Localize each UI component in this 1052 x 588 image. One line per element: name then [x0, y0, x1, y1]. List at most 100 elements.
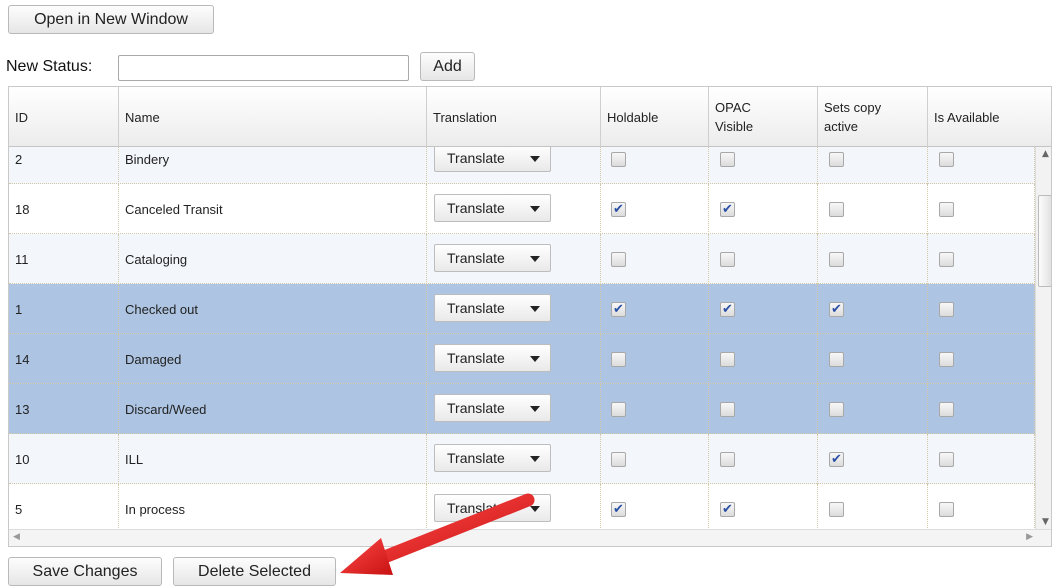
is-available-checkbox[interactable] — [939, 502, 954, 517]
is-available-checkbox[interactable] — [939, 152, 954, 167]
translate-label: Translate — [447, 200, 505, 216]
scroll-left-icon[interactable]: ◀ — [13, 532, 20, 542]
row-name-cell: Bindery — [119, 147, 427, 184]
opac-visible-checkbox[interactable] — [720, 402, 735, 417]
table-row[interactable]: 10 ILL Translate ✔ — [9, 434, 1035, 484]
column-header-id[interactable]: ID — [9, 87, 119, 147]
caret-down-icon — [530, 506, 540, 512]
row-name-cell: Discard/Weed — [119, 384, 427, 434]
translate-dropdown-button[interactable]: Translate — [434, 494, 551, 522]
sets-copy-active-checkbox[interactable] — [829, 402, 844, 417]
copy-status-grid: ID Name Translation Holdable OPAC Visibl… — [8, 86, 1052, 547]
grid-header: ID Name Translation Holdable OPAC Visibl… — [9, 87, 1051, 147]
row-id-cell: 11 — [9, 234, 119, 284]
table-row[interactable]: 11 Cataloging Translate — [9, 234, 1035, 284]
is-available-checkbox[interactable] — [939, 302, 954, 317]
is-available-checkbox[interactable] — [939, 402, 954, 417]
translate-label: Translate — [447, 300, 505, 316]
opac-visible-checkbox[interactable]: ✔ — [720, 202, 735, 217]
opac-visible-checkbox[interactable] — [720, 452, 735, 467]
sets-copy-active-checkbox[interactable]: ✔ — [829, 302, 844, 317]
column-header-is-available[interactable]: Is Available — [928, 87, 1035, 147]
row-id-cell: 13 — [9, 384, 119, 434]
delete-selected-button[interactable]: Delete Selected — [173, 557, 336, 586]
caret-down-icon — [530, 256, 540, 262]
table-row[interactable]: 14 Damaged Translate — [9, 334, 1035, 384]
translate-dropdown-button[interactable]: Translate — [434, 294, 551, 322]
holdable-checkbox[interactable] — [611, 352, 626, 367]
opac-visible-checkbox[interactable] — [720, 252, 735, 267]
caret-down-icon — [530, 206, 540, 212]
table-row[interactable]: 1 Checked out Translate ✔ ✔ ✔ — [9, 284, 1035, 334]
scroll-up-icon[interactable]: ▲ — [1042, 149, 1049, 159]
grid-body: 2 Bindery Translate 18 Canceled Transit Trans… — [9, 147, 1035, 529]
is-available-checkbox[interactable] — [939, 252, 954, 267]
translate-label: Translate — [447, 500, 505, 516]
add-button[interactable]: Add — [420, 52, 475, 81]
caret-down-icon — [530, 156, 540, 162]
sets-copy-active-checkbox[interactable] — [829, 152, 844, 167]
holdable-checkbox[interactable]: ✔ — [611, 302, 626, 317]
caret-down-icon — [530, 306, 540, 312]
holdable-checkbox[interactable]: ✔ — [611, 502, 626, 517]
vertical-scrollbar[interactable]: ▲ ≡ ▼ — [1035, 147, 1051, 529]
vertical-scroll-thumb[interactable] — [1038, 195, 1051, 287]
row-name-cell: Canceled Transit — [119, 184, 427, 234]
row-name-cell: ILL — [119, 434, 427, 484]
horizontal-scrollbar[interactable]: ◀ ▶ — [9, 529, 1051, 546]
row-name-cell: Damaged — [119, 334, 427, 384]
translate-dropdown-button[interactable]: Translate — [434, 244, 551, 272]
table-row[interactable]: 2 Bindery Translate — [9, 147, 1035, 184]
is-available-checkbox[interactable] — [939, 202, 954, 217]
column-header-name[interactable]: Name — [119, 87, 427, 147]
holdable-checkbox[interactable]: ✔ — [611, 202, 626, 217]
translate-dropdown-button[interactable]: Translate — [434, 147, 551, 172]
translate-dropdown-button[interactable]: Translate — [434, 394, 551, 422]
scroll-down-icon[interactable]: ▼ — [1042, 517, 1049, 527]
column-header-sets-copy-active[interactable]: Sets copy active — [818, 87, 928, 147]
is-available-checkbox[interactable] — [939, 352, 954, 367]
is-available-checkbox[interactable] — [939, 452, 954, 467]
caret-down-icon — [530, 456, 540, 462]
opac-visible-checkbox[interactable]: ✔ — [720, 302, 735, 317]
holdable-checkbox[interactable] — [611, 152, 626, 167]
holdable-checkbox[interactable] — [611, 452, 626, 467]
translate-dropdown-button[interactable]: Translate — [434, 444, 551, 472]
opac-visible-checkbox[interactable]: ✔ — [720, 502, 735, 517]
row-id-cell: 10 — [9, 434, 119, 484]
row-id-cell: 5 — [9, 484, 119, 529]
column-header-opac-visible[interactable]: OPAC Visible — [709, 87, 818, 147]
translate-dropdown-button[interactable]: Translate — [434, 344, 551, 372]
sets-copy-active-checkbox[interactable] — [829, 502, 844, 517]
column-header-translation[interactable]: Translation — [427, 87, 601, 147]
open-in-new-window-button[interactable]: Open in New Window — [8, 5, 214, 34]
table-row[interactable]: 18 Canceled Transit Translate ✔ ✔ — [9, 184, 1035, 234]
translate-dropdown-button[interactable]: Translate — [434, 194, 551, 222]
caret-down-icon — [530, 356, 540, 362]
translate-label: Translate — [447, 150, 505, 166]
sets-copy-active-checkbox[interactable] — [829, 252, 844, 267]
translate-label: Translate — [447, 250, 505, 266]
new-status-input[interactable] — [118, 55, 409, 81]
row-name-cell: Checked out — [119, 284, 427, 334]
translate-label: Translate — [447, 400, 505, 416]
save-changes-button[interactable]: Save Changes — [8, 557, 162, 586]
holdable-checkbox[interactable] — [611, 252, 626, 267]
row-id-cell: 18 — [9, 184, 119, 234]
opac-visible-checkbox[interactable] — [720, 352, 735, 367]
holdable-checkbox[interactable] — [611, 402, 626, 417]
opac-visible-checkbox[interactable] — [720, 152, 735, 167]
sets-copy-active-checkbox[interactable] — [829, 202, 844, 217]
translate-label: Translate — [447, 350, 505, 366]
row-id-cell: 2 — [9, 147, 119, 184]
column-header-holdable[interactable]: Holdable — [601, 87, 709, 147]
new-status-label: New Status: — [6, 58, 93, 75]
table-row[interactable]: 13 Discard/Weed Translate — [9, 384, 1035, 434]
row-name-cell: Cataloging — [119, 234, 427, 284]
sets-copy-active-checkbox[interactable] — [829, 352, 844, 367]
scroll-right-icon[interactable]: ▶ — [1026, 532, 1033, 542]
caret-down-icon — [530, 406, 540, 412]
sets-copy-active-checkbox[interactable]: ✔ — [829, 452, 844, 467]
row-id-cell: 1 — [9, 284, 119, 334]
table-row[interactable]: 5 In process Translate ✔ ✔ — [9, 484, 1035, 529]
